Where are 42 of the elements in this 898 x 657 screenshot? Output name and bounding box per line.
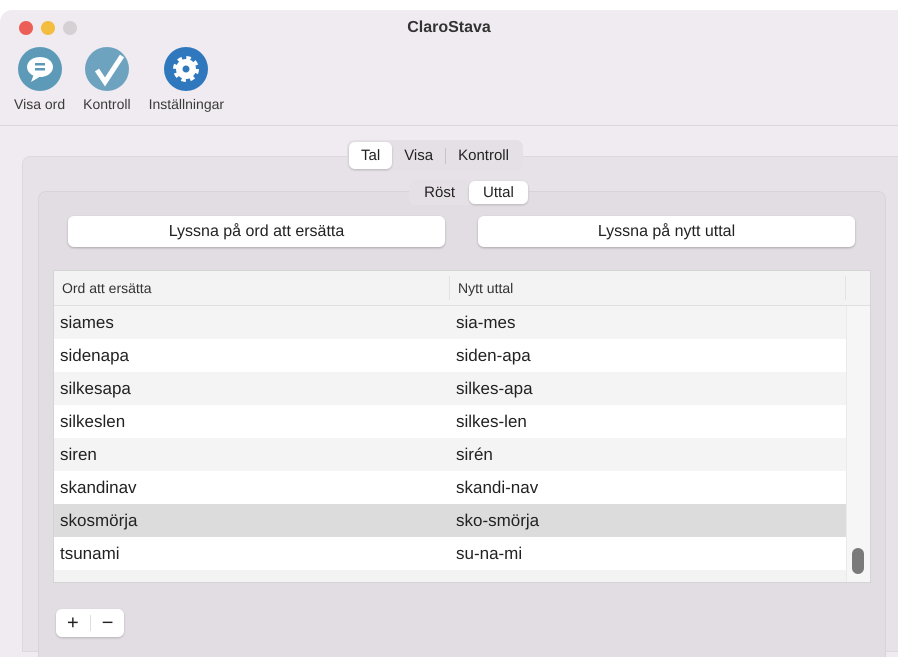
toolbar-button[interactable]: Inställningar	[142, 46, 230, 119]
table-row[interactable]: skandinav skandi-nav	[54, 471, 846, 504]
table-row[interactable]: skosmörja sko-smörja	[54, 504, 846, 537]
speech-bubble-icon	[16, 46, 63, 92]
table-cell-text: sirén	[455, 444, 494, 464]
checkmark-icon	[84, 46, 130, 92]
table-cell-text: siden-apa	[455, 346, 532, 366]
table-row[interactable]: sidenapa siden-apa	[54, 339, 846, 372]
settings-icon	[163, 46, 210, 92]
tab[interactable]: Kontroll	[446, 142, 521, 169]
table-cell-text: silkes-len	[455, 412, 528, 432]
table-cell-text: tsunami	[59, 544, 121, 564]
tab[interactable]: Uttal	[469, 181, 528, 204]
tab[interactable]: Tal	[349, 142, 392, 169]
tab[interactable]: Visa	[392, 142, 446, 169]
table-cell-text: skandinav	[59, 478, 138, 498]
scrollbar-thumb[interactable]	[852, 548, 864, 574]
table-cell-text: silkesapa	[59, 378, 132, 398]
add-button[interactable]: +	[56, 609, 90, 637]
table-cell-text: sia-mes	[455, 312, 517, 332]
table-cell-text: silkeslen	[59, 412, 126, 432]
table-cell-text: skosmörja	[59, 510, 138, 530]
column-header[interactable]: Nytt uttal	[450, 276, 846, 300]
table-cell-text: sko-smörja	[455, 510, 540, 530]
listen-button[interactable]: Lyssna på ord att ersätta	[68, 216, 445, 247]
table-row[interactable]: tsunami su-na-mi	[54, 537, 846, 570]
table-cell-text: siren	[59, 444, 98, 464]
toolbar-button[interactable]: Kontroll	[77, 46, 137, 119]
listen-button[interactable]: Lyssna på nytt uttal	[478, 216, 855, 247]
remove-button[interactable]: −	[90, 609, 124, 637]
window-title: ClaroStava	[407, 19, 491, 37]
tab[interactable]: Röst	[410, 181, 469, 204]
table-cell-text: sidenapa	[59, 346, 130, 366]
table-row[interactable]: silkeslen silkes-len	[54, 405, 846, 438]
minimize-button[interactable]	[41, 21, 55, 35]
table-cell-text: su-na-mi	[455, 544, 524, 564]
column-header[interactable]: Ord att ersätta	[54, 276, 450, 300]
table-cell-text: skandi-nav	[455, 478, 540, 498]
table-cell-text: siames	[59, 312, 115, 332]
toolbar-button[interactable]: Visa ord	[8, 46, 72, 119]
close-button[interactable]	[19, 21, 33, 35]
table-cell-text: silkes-apa	[455, 378, 534, 398]
